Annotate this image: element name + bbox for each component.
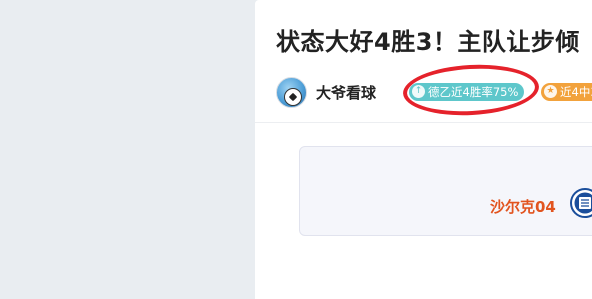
soccer-ball-avatar-icon[interactable] xyxy=(276,77,307,108)
red-circle-annotation xyxy=(401,61,541,119)
author-name[interactable]: 大爷看球 xyxy=(316,82,376,103)
hit-rate-badge-label: 近4中3 xyxy=(560,85,592,99)
divider xyxy=(255,122,592,123)
author-row: 大爷看球 ↑德乙近4胜率75% ★近4中3 xyxy=(276,61,592,119)
team-name: 沙尔克04 xyxy=(490,198,556,216)
schalke-04-crest-icon xyxy=(570,188,592,218)
match-card[interactable]: 沙尔克04 xyxy=(299,146,592,236)
ball-icon xyxy=(284,88,302,106)
article-panel: 状态大好4胜3！主队让步倾 大爷看球 ↑德乙近4胜率75% ★近4中3 沙尔克0… xyxy=(255,0,592,299)
hit-rate-badge: ★近4中3 xyxy=(541,83,592,101)
star-icon: ★ xyxy=(544,85,557,98)
article-title: 状态大好4胜3！主队让步倾 xyxy=(276,28,580,56)
